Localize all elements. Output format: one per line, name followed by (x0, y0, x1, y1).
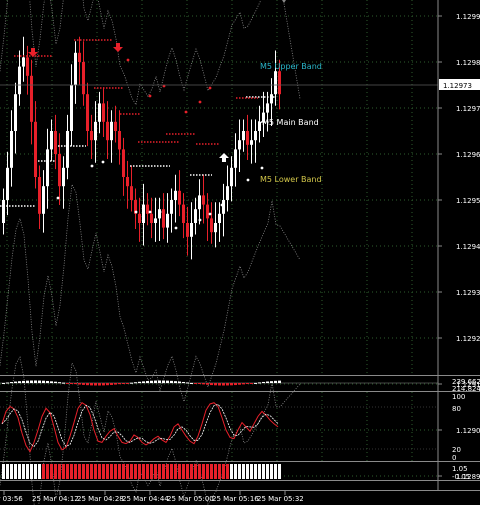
sar-dot (246, 178, 250, 182)
stochastic-main-line (1, 402, 279, 453)
main-panel-bg (0, 0, 438, 375)
time-label: 25 Mar 04:44 (122, 495, 169, 503)
price-label: 1.12975 (456, 105, 480, 113)
price-axis[interactable]: 1.12995 1.12985 1.12975 1.12965 1.12955 1.129… (437, 0, 480, 505)
stoch-label-80: 80 (452, 405, 461, 413)
time-axis[interactable]: 25 Mar 03:5625 Mar 04:1225 Mar 04:2825 M… (0, 491, 304, 503)
sar-dot (260, 166, 264, 170)
price-label: 1.12995 (456, 13, 480, 21)
stoch-label-100: 100 (452, 393, 465, 401)
sar-dot (158, 210, 162, 214)
sar-dot (56, 196, 60, 200)
price-label: 1.12925 (456, 335, 480, 343)
indicator-panel-3[interactable]: 1.05 -0.05 (2, 464, 470, 481)
sar-dot (148, 94, 152, 98)
time-label: 25 Mar 05:16 (212, 495, 259, 503)
indicator3-bars (2, 464, 281, 479)
upper-band-label: M5 Upper Band (260, 62, 322, 71)
sar-dot (184, 110, 188, 114)
main-price-panel[interactable]: M5 Upper Band M5 Main Band M5 Lower Band (0, 0, 438, 505)
time-label: 25 Mar 04:12 (32, 495, 79, 503)
price-label: 1.12955 (456, 197, 480, 205)
indicator-panel-2[interactable]: 100 80 20 0 (0, 392, 465, 462)
price-label: 1.12905 (456, 427, 480, 435)
sar-dot (174, 226, 178, 230)
price-label: 1.12965 (456, 151, 480, 159)
stoch-label-0: 0 (452, 454, 456, 462)
sar-dot (134, 210, 138, 214)
time-label: 25 Mar 03:56 (0, 495, 23, 503)
sar-dot (208, 86, 212, 90)
price-label: 1.12985 (456, 59, 480, 67)
sar-dot (198, 218, 202, 222)
sar-dot (198, 100, 202, 104)
indicator3-label-bottom: -0.05 (452, 473, 470, 481)
time-label: 25 Mar 04:28 (77, 495, 124, 503)
stoch-label-20: 20 (452, 446, 461, 454)
main-band-label: M5 Main Band (262, 118, 319, 127)
price-label: 1.12935 (456, 289, 480, 297)
time-label: 25 Mar 05:00 (167, 495, 214, 503)
sar-dot (148, 210, 152, 214)
outer-lower-band-line (0, 356, 301, 505)
sar-dot (101, 160, 105, 164)
current-price-label: 1.12973 (443, 82, 472, 90)
sar-dot (220, 203, 224, 207)
sar-dot (126, 58, 130, 62)
sar-dot (208, 212, 212, 216)
sar-dot (90, 164, 94, 168)
indicator3-label-top: 1.05 (452, 465, 468, 473)
trading-chart[interactable]: M5 Upper Band M5 Main Band M5 Lower Band… (0, 0, 480, 505)
indicator1-value-2: 214.8245 (452, 385, 480, 393)
indicator-panel-1[interactable]: 239.6624 214.8245 (0, 378, 480, 393)
time-label: 25 Mar 05:32 (257, 495, 304, 503)
price-label: 1.12945 (456, 243, 480, 251)
lower-band-label: M5 Lower Band (260, 175, 322, 184)
